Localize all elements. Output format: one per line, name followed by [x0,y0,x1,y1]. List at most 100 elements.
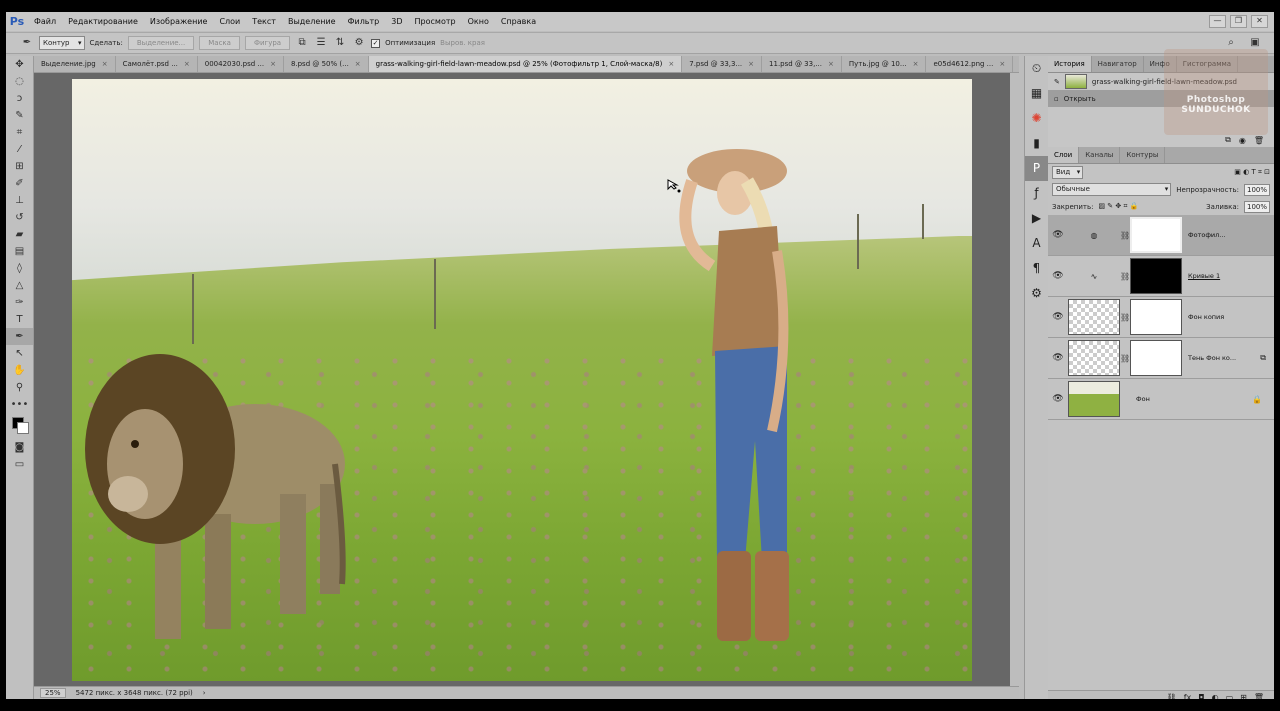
add-mask-icon[interactable]: ◘ [1198,693,1204,699]
layer-thumbnail[interactable] [1068,381,1120,417]
opacity-input[interactable]: 100% [1243,183,1270,196]
filter-icons[interactable]: ▣ ◐ T ⌗ ⊡ [1234,168,1270,177]
layer-name[interactable]: Фотофил... [1188,231,1225,239]
menu-layers[interactable]: Слои [213,17,246,26]
brush-tool-icon[interactable]: ✐ [6,175,33,192]
eye-icon[interactable]: 👁 [1048,230,1068,240]
layer-name[interactable]: Фон копия [1188,313,1224,321]
tab-document[interactable]: Самолёт.psd ... × [116,56,198,72]
gear-icon[interactable]: ⚙ [352,36,366,50]
marquee-tool-icon[interactable]: ◌ [6,73,33,90]
menu-file[interactable]: Файл [28,17,62,26]
type-tool-icon[interactable]: T [6,311,33,328]
properties-icon[interactable]: ⚙ [1025,281,1048,306]
layer-mask-thumbnail[interactable] [1130,258,1182,294]
close-icon[interactable]: × [668,56,674,72]
zoom-level[interactable]: 25% [40,688,66,698]
new-document-from-state-icon[interactable]: ⧉ [1225,135,1231,145]
close-icon[interactable]: × [748,56,754,72]
trash-icon[interactable]: 🗑 [1254,693,1264,699]
plugin-icon[interactable]: ▮ [1025,131,1048,156]
healing-brush-tool-icon[interactable]: ⊞ [6,158,33,175]
close-icon[interactable]: × [999,56,1005,72]
character-icon[interactable]: A [1025,231,1048,256]
layer-name[interactable]: Кривые 1 [1188,272,1220,280]
dodge-tool-icon[interactable]: △ [6,277,33,294]
pen-mode-select[interactable]: Контур [39,36,85,50]
chain-link-icon[interactable]: ⛓ [1120,354,1130,363]
tab-channels[interactable]: Каналы [1079,147,1121,163]
eyedropper-tool-icon[interactable]: ⁄ [6,141,33,158]
canvas-area[interactable] [34,73,1010,686]
layer-name[interactable]: Тень Фон ко... [1188,354,1236,362]
layer-filter-select[interactable]: Вид [1052,166,1084,179]
optimize-checkbox[interactable]: ✓ [371,38,381,48]
tab-document[interactable]: 11.psd @ 33,... × [762,56,842,72]
chevron-right-icon[interactable]: › [203,689,206,697]
layer-thumbnail[interactable] [1068,340,1120,376]
search-icon[interactable]: ⌕ [1224,36,1238,50]
close-icon[interactable]: × [184,56,190,72]
hand-tool-icon[interactable]: ✋ [6,362,33,379]
layer-mask-thumbnail[interactable] [1130,217,1182,253]
eye-icon[interactable]: 👁 [1048,394,1068,404]
document-image[interactable] [72,79,972,681]
tab-navigator[interactable]: Навигатор [1092,56,1144,72]
tab-document[interactable]: Выделение.jpg × [34,56,116,72]
close-icon[interactable]: × [102,56,108,72]
link-layers-icon[interactable]: ⛓ [1167,693,1177,699]
chain-link-icon[interactable]: ⛓ [1120,313,1130,322]
blur-tool-icon[interactable]: ◊ [6,260,33,277]
layer-mask-thumbnail[interactable] [1130,299,1182,335]
tab-paths[interactable]: Контуры [1120,147,1166,163]
adjustment-layer-icon[interactable]: ◐ [1212,693,1219,699]
eye-icon[interactable]: 👁 [1048,271,1068,281]
minimize-button[interactable]: — [1209,15,1226,28]
align-edges-label[interactable]: Выров. края [440,39,485,47]
tab-document[interactable]: 8.psd @ 50% (... × [284,56,369,72]
layer-row[interactable]: 👁 ∿ ⛓ Кривые 1 [1048,256,1274,297]
layer-name[interactable]: Фон [1136,395,1150,403]
make-mask-button[interactable]: Маска [199,36,240,50]
tab-layers[interactable]: Слои [1048,147,1080,163]
history-brush-tool-icon[interactable]: ↺ [6,209,33,226]
blend-mode-select[interactable]: Обычные [1052,183,1172,196]
color-swatches[interactable] [6,413,33,439]
plugin-p-icon[interactable]: P [1025,156,1048,181]
path-operations-icon[interactable]: ⧉ [295,36,309,50]
eye-icon[interactable]: 👁 [1048,353,1068,363]
path-selection-tool-icon[interactable]: ✒ [6,328,33,345]
zoom-tool-icon[interactable]: ⚲ [6,379,33,396]
path-alignment-icon[interactable]: ☰ [314,36,328,50]
clone-stamp-tool-icon[interactable]: ⊥ [6,192,33,209]
lock-icons[interactable]: ▨ ✎ ✥ ⌗ 🔒 [1098,202,1138,211]
lasso-tool-icon[interactable]: ↄ [6,90,33,107]
workspace-icon[interactable]: ▣ [1248,36,1262,50]
crop-tool-icon[interactable]: ⌗ [6,124,33,141]
layer-row[interactable]: 👁 Фон 🔒 [1048,379,1274,420]
more-tools-icon[interactable]: ••• [6,396,33,413]
close-icon[interactable]: × [355,56,361,72]
eraser-tool-icon[interactable]: ▰ [6,226,33,243]
menu-type[interactable]: Текст [246,17,282,26]
path-arrangement-icon[interactable]: ⇅ [333,36,347,50]
layer-row[interactable]: 👁 ◍ ⛓ Фотофил... [1048,215,1274,256]
tab-document[interactable]: 7.psd @ 33,3... × [682,56,763,72]
trash-icon[interactable]: 🗑 [1254,136,1264,145]
layer-thumbnail[interactable] [1068,299,1120,335]
grid-icon[interactable]: ▦ [1025,81,1048,106]
layer-row[interactable]: 👁 ⛓ Фон копия [1048,297,1274,338]
quick-select-tool-icon[interactable]: ✎ [6,107,33,124]
menu-filter[interactable]: Фильтр [342,17,386,26]
fill-input[interactable]: 100% [1243,200,1270,213]
close-button[interactable]: ✕ [1251,15,1268,28]
menu-edit[interactable]: Редактирование [62,17,144,26]
folder-icon[interactable]: ▭ [1226,693,1234,699]
direct-selection-tool-icon[interactable]: ↖ [6,345,33,362]
menu-view[interactable]: Просмотр [409,17,462,26]
chain-link-icon[interactable]: ⛓ [1120,272,1130,281]
menu-window[interactable]: Окно [462,17,495,26]
tab-document[interactable]: e05d4612.png ... × [926,56,1014,72]
chain-link-icon[interactable]: ⛓ [1120,231,1130,240]
make-shape-button[interactable]: Фигура [244,36,291,50]
